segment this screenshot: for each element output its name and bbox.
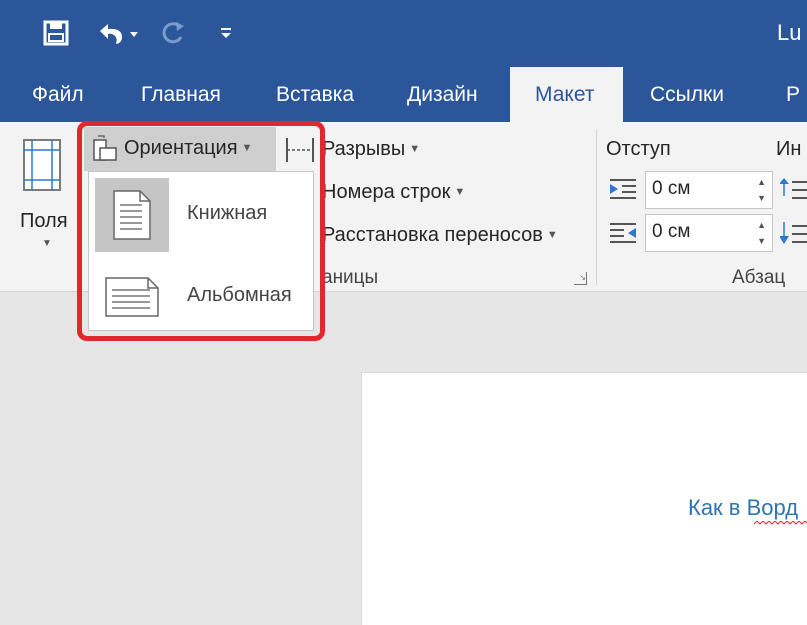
window-title: Lu	[777, 20, 802, 45]
customize-qat-icon	[221, 28, 231, 38]
tab-references[interactable]: Ссылки	[650, 67, 724, 122]
save-button[interactable]	[36, 14, 76, 52]
tab-design[interactable]: Дизайн	[407, 67, 478, 122]
undo-button[interactable]	[92, 14, 144, 52]
spacing-label: Ин	[776, 138, 802, 160]
spacing-before-icon	[780, 178, 807, 199]
breaks-dropdown-icon: ▼	[409, 143, 421, 155]
spelling-error-underline	[754, 521, 807, 525]
tab-layout[interactable]: Макет	[510, 67, 623, 123]
hyphenation-label: Расстановка переносов	[322, 224, 543, 246]
spacing-after-icon	[780, 222, 807, 244]
spin-up-icon[interactable]: ▲	[757, 220, 766, 230]
indent-right-icon	[610, 223, 636, 243]
spin-down-icon[interactable]: ▼	[757, 236, 766, 246]
group-divider	[596, 130, 597, 285]
paragraph-group-label: Абзац	[732, 267, 786, 288]
ribbon-tabs: Файл Главная Вставка Дизайн Макет Ссылки…	[0, 67, 807, 123]
line-numbers-button[interactable]: Номера строк ▼	[318, 177, 498, 209]
indent-right-input[interactable]: 0 см ▲ ▼	[645, 214, 773, 252]
redo-button[interactable]	[156, 14, 190, 52]
breaks-label: Разрывы	[322, 138, 406, 160]
document-text[interactable]: Как в Ворд	[688, 495, 798, 521]
tab-file[interactable]: Файл	[32, 67, 84, 122]
margins-icon	[23, 139, 61, 191]
title-bar: Lu	[0, 0, 807, 67]
customize-qat-button[interactable]	[214, 14, 238, 52]
indent-left-input[interactable]: 0 см ▲ ▼	[645, 171, 773, 209]
indent-label: Отступ	[606, 138, 671, 160]
redo-icon	[162, 22, 184, 44]
document-page[interactable]: Как в Ворд	[361, 372, 807, 625]
line-numbers-label: Номера строк	[322, 181, 451, 203]
chevron-down-icon: ▼	[42, 238, 52, 249]
page-setup-group-label: аницы	[322, 267, 379, 288]
tab-home[interactable]: Главная	[141, 67, 221, 122]
margins-label: Поля	[20, 210, 68, 232]
undo-icon	[100, 24, 138, 44]
indent-left-icon	[610, 179, 636, 199]
save-icon	[43, 20, 69, 46]
hyphenation-button[interactable]: Расстановка переносов ▼	[318, 220, 583, 252]
highlight-frame	[77, 121, 325, 341]
margins-button[interactable]: Поля ▼	[14, 130, 74, 260]
spin-up-icon[interactable]: ▲	[757, 177, 766, 187]
tab-insert[interactable]: Вставка	[276, 67, 354, 122]
hyphenation-dropdown-icon: ▼	[546, 229, 558, 241]
spin-down-icon[interactable]: ▼	[757, 193, 766, 203]
page-setup-launcher-icon[interactable]: ↘	[574, 272, 587, 285]
tab-review[interactable]: Р	[786, 67, 800, 122]
line-numbers-dropdown-icon: ▼	[454, 186, 466, 198]
